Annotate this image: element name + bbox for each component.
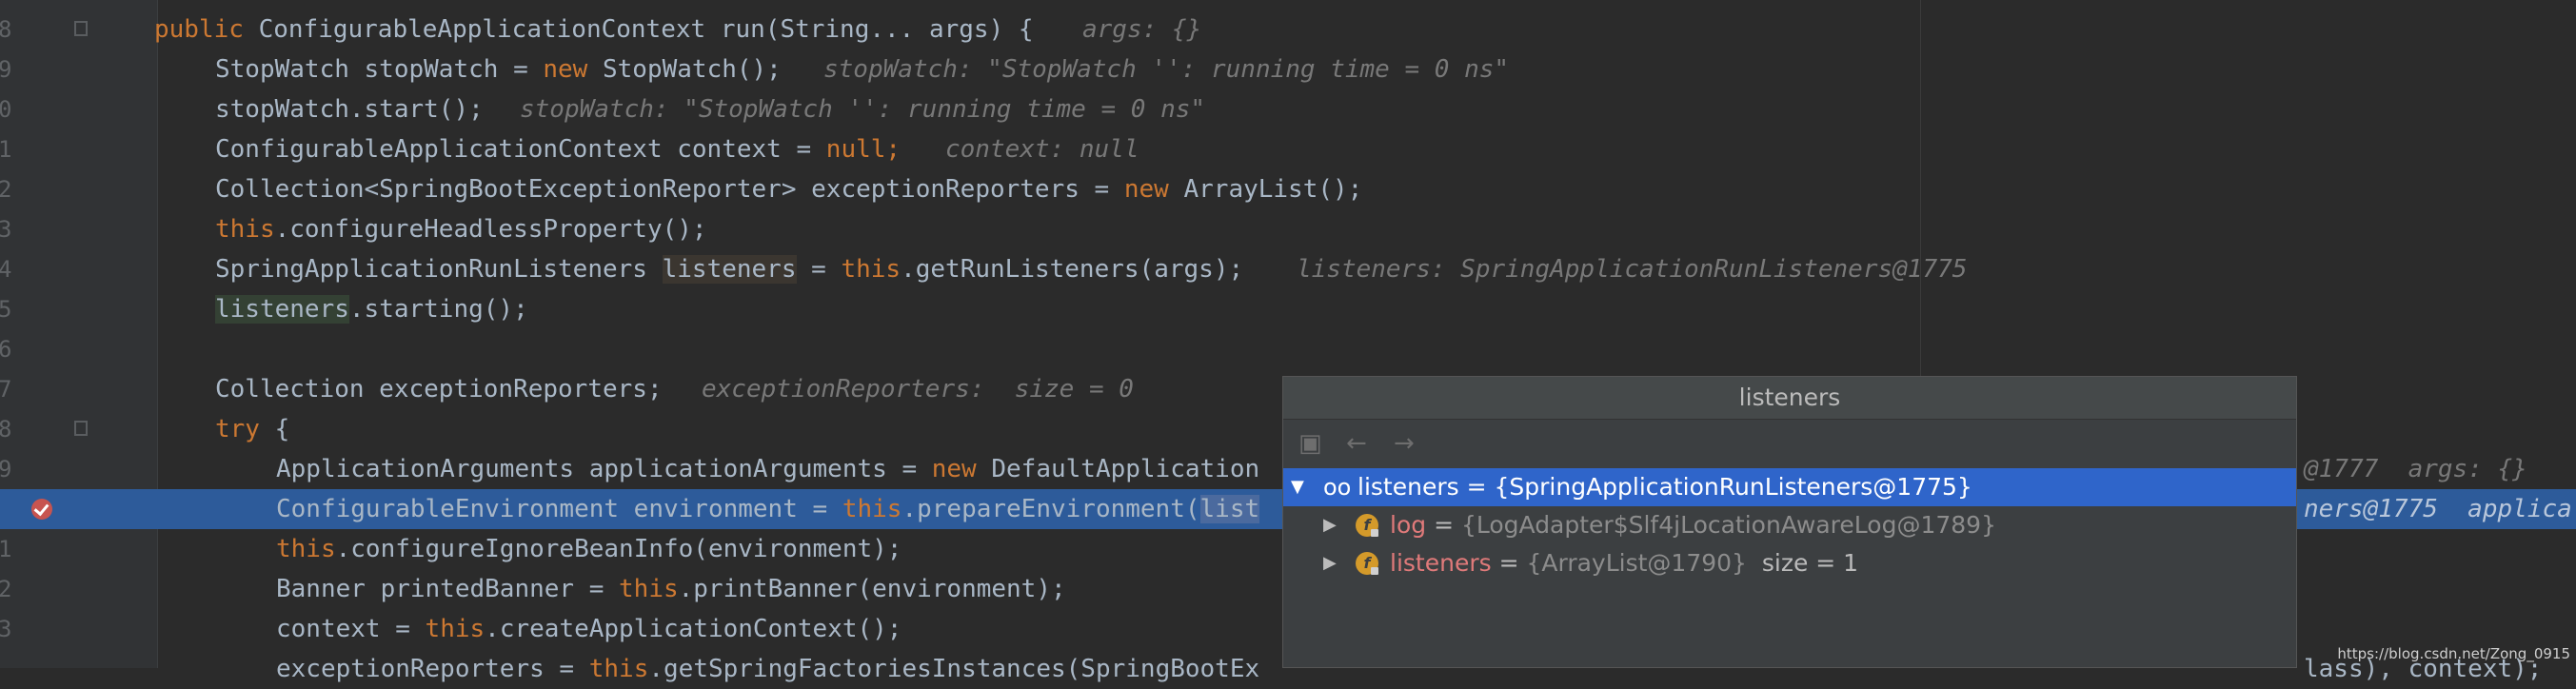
lock-icon bbox=[1371, 567, 1378, 575]
code-text: .configureIgnoreBeanInfo(environment); bbox=[335, 535, 902, 563]
code-text: .starting(); bbox=[348, 295, 528, 324]
keyword: this bbox=[588, 655, 649, 683]
field-value: {LogAdapter$Slf4jLocationAwareLog@1789} bbox=[1460, 511, 1996, 539]
code-text: StopWatch(); bbox=[587, 55, 782, 84]
code-text: .getSpringFactoriesInstances(SpringBootE… bbox=[648, 655, 1260, 683]
code-text: .createApplicationContext(); bbox=[485, 615, 902, 643]
expand-arrow-icon[interactable]: ▶ bbox=[1323, 506, 1337, 544]
line-number: 6 bbox=[0, 336, 12, 363]
code-text: .prepareEnvironment( bbox=[902, 495, 1200, 523]
variable-inspector-popup[interactable]: listeners ▣ ← → ▼ oo listeners = {Spring… bbox=[1282, 376, 2297, 668]
tree-row-listeners-root[interactable]: ▼ oo listeners = {SpringApplicationRunLi… bbox=[1283, 468, 2296, 506]
code-text: .printBanner(environment); bbox=[678, 575, 1066, 603]
keyword: try bbox=[215, 415, 260, 443]
keyword: new bbox=[931, 455, 977, 483]
code-text: SpringApplicationRunListeners bbox=[215, 255, 663, 284]
code-text: ConfigurableEnvironment environment = bbox=[276, 495, 842, 523]
variable-usage-highlight[interactable]: listeners bbox=[215, 295, 349, 324]
variable-usage-highlight[interactable]: listeners bbox=[662, 255, 797, 284]
keyword: this bbox=[276, 535, 336, 563]
variable-name: listeners bbox=[1357, 473, 1459, 501]
keyword: null bbox=[825, 135, 886, 164]
code-text: exceptionReporters = bbox=[276, 655, 589, 683]
inline-debug-hint: context: null bbox=[945, 135, 1139, 164]
code-text: Collection exceptionReporters; bbox=[215, 375, 663, 404]
selected-expression[interactable]: list bbox=[1199, 495, 1260, 523]
watermark-text: https://blog.csdn.net/Zong_0915 bbox=[2337, 645, 2570, 662]
code-line: StopWatch stopWatch = new StopWatch(); s… bbox=[0, 49, 2576, 89]
watch-glasses-icon: oo bbox=[1323, 474, 1352, 501]
code-text: Banner printedBanner = bbox=[276, 575, 620, 603]
collection-size: size = 1 bbox=[1746, 549, 1859, 577]
code-text: .getRunListeners(args); bbox=[901, 255, 1244, 284]
inline-debug-hint: ners@1775 applica bbox=[2304, 495, 2572, 523]
field-value: {ArrayList@1790} bbox=[1526, 549, 1747, 577]
keyword: this bbox=[841, 255, 902, 284]
collapse-arrow-icon[interactable]: ▼ bbox=[1291, 468, 1304, 506]
code-text: context = bbox=[276, 615, 426, 643]
code-text: ConfigurableApplicationContext context = bbox=[215, 135, 826, 164]
equals-sign: = bbox=[1491, 549, 1527, 577]
code-text: { bbox=[259, 415, 290, 443]
code-text: Collection<SpringBootExceptionReporter> … bbox=[215, 175, 1124, 204]
code-text: StopWatch stopWatch = bbox=[215, 55, 544, 84]
inline-debug-hint: args: {} bbox=[1082, 15, 1202, 44]
keyword: public bbox=[154, 15, 244, 44]
code-line: Collection<SpringBootExceptionReporter> … bbox=[0, 169, 2576, 209]
keyword: this bbox=[619, 575, 679, 603]
inline-debug-hint: listeners: SpringApplicationRunListeners… bbox=[1297, 255, 1968, 284]
code-line: this.configureHeadlessProperty(); bbox=[0, 209, 2576, 249]
code-text: ApplicationArguments applicationArgument… bbox=[276, 455, 932, 483]
inline-debug-hint: @1777 args: {} bbox=[2304, 455, 2527, 483]
equals-sign: = bbox=[1426, 511, 1461, 539]
code-text: stopWatch.start(); bbox=[215, 95, 484, 124]
code-text: ArrayList(); bbox=[1168, 175, 1363, 204]
code-line: ConfigurableApplicationContext context =… bbox=[0, 129, 2576, 169]
popup-title[interactable]: listeners bbox=[1283, 377, 2296, 420]
keyword: new bbox=[543, 55, 588, 84]
back-arrow-icon[interactable]: ← bbox=[1346, 431, 1367, 456]
equals-sign: = bbox=[1458, 473, 1495, 501]
tree-row-log[interactable]: ▶ f log = {LogAdapter$Slf4jLocationAware… bbox=[1283, 506, 2296, 544]
popup-toolbar: ▣ ← → bbox=[1283, 420, 2296, 469]
tree-row-listeners-field[interactable]: ▶ f listeners = {ArrayList@1790} size = … bbox=[1283, 544, 2296, 582]
folder-icon[interactable]: ▣ bbox=[1298, 431, 1322, 456]
forward-arrow-icon[interactable]: → bbox=[1394, 431, 1415, 456]
lock-icon bbox=[1371, 529, 1378, 537]
code-line: listeners.starting(); bbox=[0, 289, 2576, 329]
keyword: this bbox=[215, 215, 275, 244]
keyword: this bbox=[425, 615, 485, 643]
code-text: .configureHeadlessProperty(); bbox=[274, 215, 707, 244]
field-name: listeners bbox=[1390, 549, 1492, 577]
code-line: SpringApplicationRunListeners listeners … bbox=[0, 249, 2576, 289]
breakpoint-icon[interactable] bbox=[31, 499, 52, 520]
code-text: = bbox=[796, 255, 842, 284]
code-text: ; bbox=[885, 135, 902, 164]
code-line: public ConfigurableApplicationContext ru… bbox=[0, 10, 2576, 49]
inline-debug-hint: exceptionReporters: size = 0 bbox=[702, 375, 1134, 404]
keyword: this bbox=[842, 495, 902, 523]
variable-value: {SpringApplicationRunListeners@1775} bbox=[1494, 473, 1972, 501]
field-name: log bbox=[1390, 511, 1427, 539]
keyword: new bbox=[1123, 175, 1169, 204]
code-text: ConfigurableApplicationContext run(Strin… bbox=[243, 15, 1034, 44]
expand-arrow-icon[interactable]: ▶ bbox=[1323, 544, 1337, 582]
code-line: stopWatch.start(); stopWatch: "StopWatch… bbox=[0, 89, 2576, 129]
inline-debug-hint: stopWatch: "StopWatch '': running time =… bbox=[520, 95, 1206, 124]
code-text: DefaultApplication bbox=[976, 455, 1260, 483]
inline-debug-hint: stopWatch: "StopWatch '': running time =… bbox=[823, 55, 1510, 84]
